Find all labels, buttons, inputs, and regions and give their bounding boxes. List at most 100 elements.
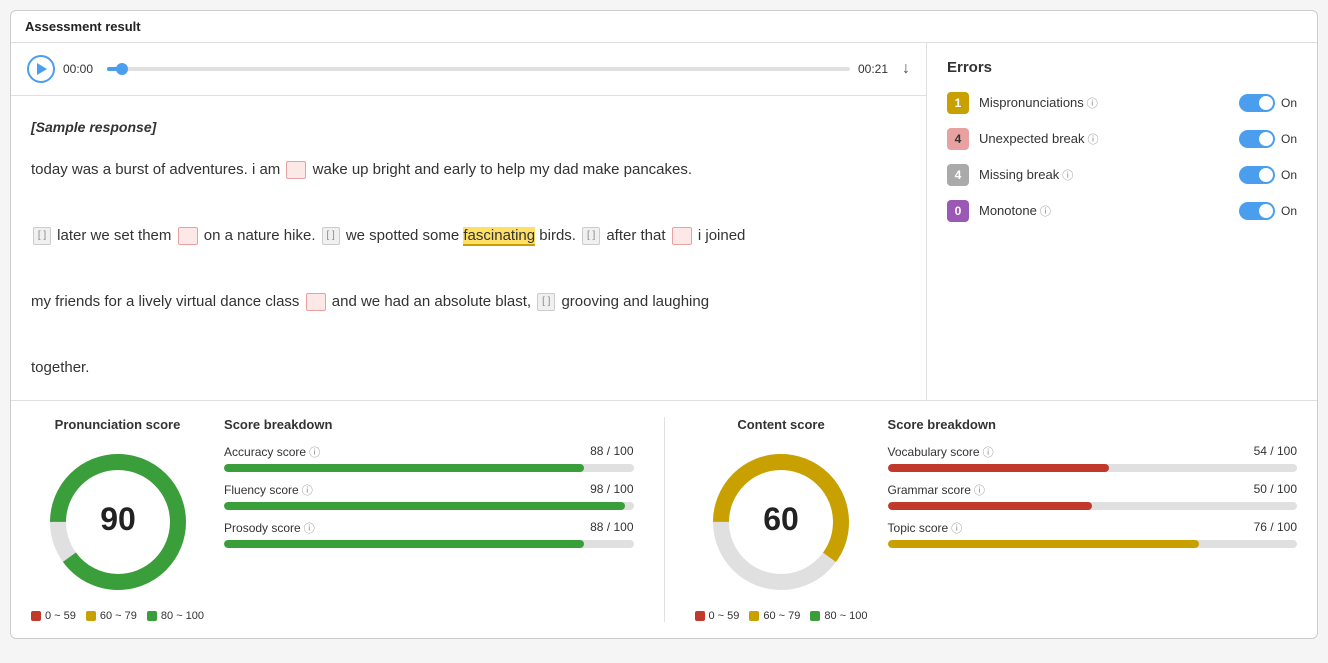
info-icon-missing-break[interactable]: ⓘ [1062, 170, 1073, 182]
fluency-bar-track [224, 502, 633, 510]
transcript-line1: today was a burst of adventures. i am ⁫ … [31, 161, 692, 178]
toggle-on-label-mispronunciations: On [1281, 96, 1297, 110]
toggle-monotone[interactable] [1239, 202, 1275, 220]
legend-label-yellow-p: 60 ~ 79 [100, 610, 137, 622]
error-label-missing-break: Missing breakⓘ [979, 167, 1239, 183]
breakdown-row-vocabulary: Vocabulary scoreⓘ 54 / 100 [888, 444, 1297, 472]
legend-item-green-p: 80 ~ 100 [147, 610, 204, 622]
error-badge-monotone: 0 [947, 200, 969, 222]
error-row-monotone: 0 Monotoneⓘ On [947, 200, 1297, 222]
progress-thumb [116, 63, 128, 75]
grammar-value: 50 / 100 [1254, 482, 1297, 498]
mispronunciation-fascinating: fascinating [463, 227, 535, 246]
prosody-bar-track [224, 540, 633, 548]
legend-item-green-c: 80 ~ 100 [810, 610, 867, 622]
toggle-on-label-missing-break: On [1281, 168, 1297, 182]
bottom-section: Pronunciation score 90 0 ~ 59 [11, 401, 1317, 638]
info-icon-vocabulary[interactable]: ⓘ [983, 447, 994, 459]
legend-label-green-p: 80 ~ 100 [161, 610, 204, 622]
assessment-panel: Assessment result 00:00 00:21 ↓ [Sample … [10, 10, 1318, 639]
time-start: 00:00 [63, 62, 99, 76]
vocabulary-label: Vocabulary scoreⓘ [888, 444, 994, 460]
unexpected-break-1: ⁫ [286, 161, 306, 179]
toggle-wrap-mispronunciations: On [1239, 94, 1297, 112]
word-span: on a nature hike. [204, 227, 320, 244]
grammar-bar-fill [888, 502, 1093, 510]
toggle-wrap-unexpected-break: On [1239, 130, 1297, 148]
breakdown-row-topic: Topic scoreⓘ 76 / 100 [888, 520, 1297, 548]
error-row-mispronunciations: 1 Mispronunciationsⓘ On [947, 92, 1297, 114]
transcript-line2: [ ] later we set them ⁫ on a nature hike… [31, 227, 745, 244]
time-end: 00:21 [858, 62, 894, 76]
missing-break-3: [ ] [582, 227, 600, 245]
info-icon-prosody[interactable]: ⓘ [304, 523, 315, 535]
error-badge-missing-break: 4 [947, 164, 969, 186]
page-title: Assessment result [11, 11, 1317, 43]
pronunciation-score-block: Pronunciation score 90 0 ~ 59 [31, 417, 634, 622]
content-circle-wrap: Content score 60 0 ~ 59 6 [695, 417, 868, 622]
word-span: we spotted some [346, 227, 464, 244]
missing-break-1: [ ] [33, 227, 51, 245]
top-section: 00:00 00:21 ↓ [Sample response] today wa… [11, 43, 1317, 401]
toggle-missing-break[interactable] [1239, 166, 1275, 184]
pronunciation-breakdown: Score breakdown Accuracy scoreⓘ 88 / 100… [224, 417, 633, 558]
topic-label: Topic scoreⓘ [888, 520, 963, 536]
breakdown-row-prosody-header: Prosody scoreⓘ 88 / 100 [224, 520, 633, 536]
info-icon-mispronunciations[interactable]: ⓘ [1087, 98, 1098, 110]
content-donut: 60 [701, 442, 861, 602]
unexpected-break-3: ⁫ [672, 227, 692, 245]
pronunciation-donut: 90 [38, 442, 198, 602]
content-legend: 0 ~ 59 60 ~ 79 80 ~ 100 [695, 610, 868, 622]
legend-label-red-p: 0 ~ 59 [45, 610, 76, 622]
grammar-label: Grammar scoreⓘ [888, 482, 985, 498]
legend-label-green-c: 80 ~ 100 [824, 610, 867, 622]
topic-bar-fill [888, 540, 1199, 548]
text-content-area: [Sample response] today was a burst of a… [11, 96, 926, 400]
play-button[interactable] [27, 55, 55, 83]
info-icon-monotone[interactable]: ⓘ [1040, 206, 1051, 218]
info-icon-topic[interactable]: ⓘ [951, 523, 962, 535]
content-breakdown: Score breakdown Vocabulary scoreⓘ 54 / 1… [888, 417, 1297, 558]
breakdown-row-accuracy: Accuracy scoreⓘ 88 / 100 [224, 444, 633, 472]
info-icon-accuracy[interactable]: ⓘ [309, 447, 320, 459]
progress-track[interactable] [107, 67, 850, 71]
topic-bar-track [888, 540, 1297, 548]
fluency-value: 98 / 100 [590, 482, 633, 498]
error-row-unexpected-break: 4 Unexpected breakⓘ On [947, 128, 1297, 150]
vocabulary-bar-track [888, 464, 1297, 472]
breakdown-row-grammar-header: Grammar scoreⓘ 50 / 100 [888, 482, 1297, 498]
fluency-bar-fill [224, 502, 625, 510]
legend-item-red-c: 0 ~ 59 [695, 610, 740, 622]
transcript-line3: my friends for a lively virtual dance cl… [31, 293, 709, 310]
word-span: wake up bright and early to help my dad … [313, 161, 692, 178]
pronunciation-legend: 0 ~ 59 60 ~ 79 80 ~ 100 [31, 610, 204, 622]
grammar-bar-track [888, 502, 1297, 510]
toggle-mispronunciations[interactable] [1239, 94, 1275, 112]
divider-vertical [664, 417, 665, 622]
info-icon-fluency[interactable]: ⓘ [302, 485, 313, 497]
word-span: and we had an absolute blast, [332, 293, 535, 310]
download-button[interactable]: ↓ [902, 60, 910, 78]
legend-item-red-p: 0 ~ 59 [31, 610, 76, 622]
word-span: grooving and laughing [561, 293, 709, 310]
pronunciation-score-title: Pronunciation score [55, 417, 181, 432]
word-span: my friends for a lively virtual dance cl… [31, 293, 304, 310]
missing-break-4: [ ] [537, 293, 555, 311]
error-badge-unexpected-break: 4 [947, 128, 969, 150]
sample-label: [Sample response] [31, 112, 906, 143]
error-label-unexpected-break: Unexpected breakⓘ [979, 131, 1239, 147]
info-icon-unexpected-break[interactable]: ⓘ [1088, 134, 1099, 146]
legend-label-red-c: 0 ~ 59 [709, 610, 740, 622]
breakdown-row-grammar: Grammar scoreⓘ 50 / 100 [888, 482, 1297, 510]
toggle-unexpected-break[interactable] [1239, 130, 1275, 148]
error-badge-mispronunciations: 1 [947, 92, 969, 114]
missing-break-2: [ ] [322, 227, 340, 245]
error-label-mispronunciations: Mispronunciationsⓘ [979, 95, 1239, 111]
transcript-area: 00:00 00:21 ↓ [Sample response] today wa… [11, 43, 927, 400]
legend-label-yellow-c: 60 ~ 79 [763, 610, 800, 622]
word-span: today was a burst of adventures. i am [31, 161, 284, 178]
word-span: after that [606, 227, 669, 244]
word-span: i joined [698, 227, 746, 244]
vocabulary-value: 54 / 100 [1254, 444, 1297, 460]
info-icon-grammar[interactable]: ⓘ [974, 485, 985, 497]
